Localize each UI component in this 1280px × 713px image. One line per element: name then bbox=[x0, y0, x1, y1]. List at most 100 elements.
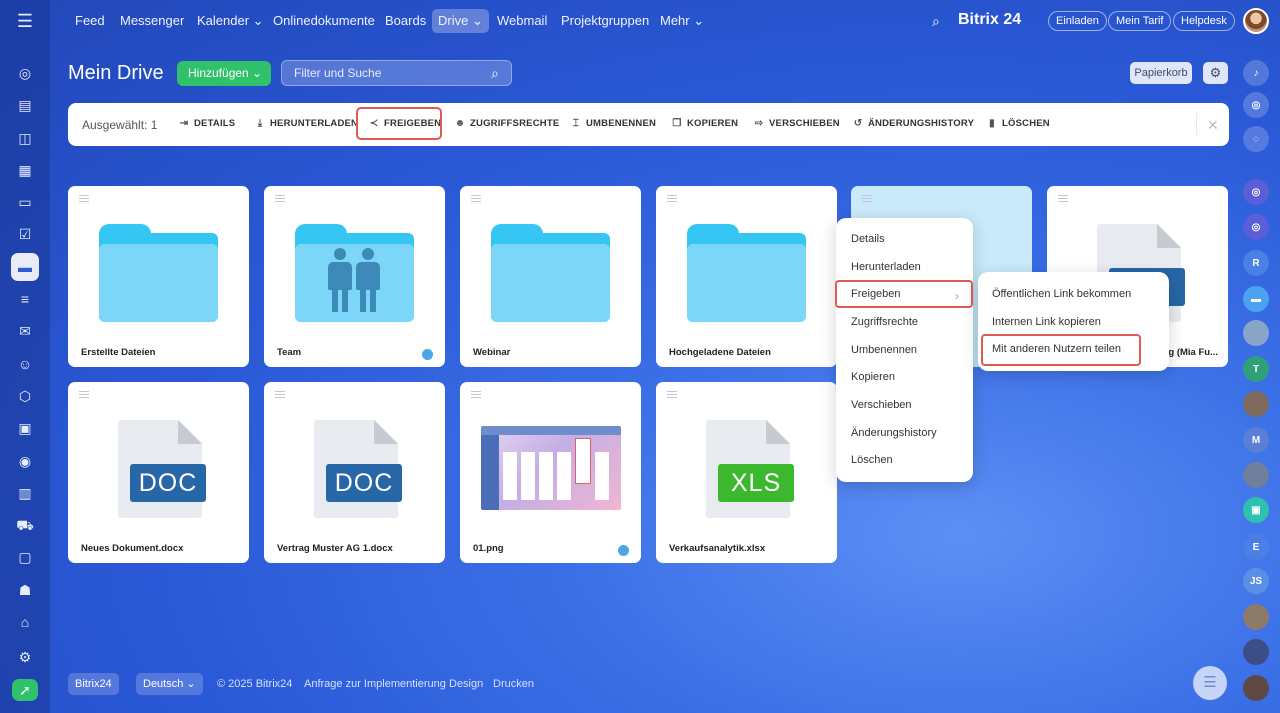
menu-item-move[interactable]: Verschieben bbox=[851, 399, 912, 411]
activity-icon[interactable]: ◎ bbox=[11, 59, 39, 87]
avatar-e[interactable]: E bbox=[1243, 534, 1269, 560]
menu-item-details[interactable]: Details bbox=[851, 233, 885, 245]
history-button[interactable]: ↺ ÄNDERUNGSHISTORY bbox=[852, 118, 974, 129]
close-icon[interactable]: ✕ bbox=[1207, 117, 1219, 134]
nav-projektgruppen[interactable]: Projektgruppen bbox=[555, 9, 655, 33]
nav-drive[interactable]: Drive ⌄ bbox=[432, 9, 489, 33]
user-avatar[interactable] bbox=[1243, 8, 1269, 34]
drag-handle-icon[interactable] bbox=[667, 195, 677, 204]
avatar-photo-4[interactable] bbox=[1243, 604, 1269, 630]
file-card[interactable]: 01.png bbox=[460, 382, 641, 563]
document-icon[interactable]: ▭ bbox=[11, 188, 39, 216]
drag-handle-icon[interactable] bbox=[471, 195, 481, 204]
avatar-photo-3[interactable] bbox=[1243, 462, 1269, 488]
language-select[interactable]: Deutsch ⌄ bbox=[136, 673, 203, 695]
menu-item-rename[interactable]: Umbenennen bbox=[851, 344, 917, 356]
nav-boards[interactable]: Boards bbox=[379, 9, 432, 33]
analytics-icon[interactable]: ▥ bbox=[11, 479, 39, 507]
file-card[interactable]: DOC Neues Dokument.docx bbox=[68, 382, 249, 563]
avatar-t[interactable]: T bbox=[1243, 356, 1269, 382]
avatar-photo-1[interactable] bbox=[1243, 320, 1269, 346]
avatar-photo-6[interactable] bbox=[1243, 675, 1269, 701]
settings-icon[interactable]: ⚙ bbox=[11, 643, 39, 671]
avatar-photo-5[interactable] bbox=[1243, 639, 1269, 665]
nav-mehr[interactable]: Mehr ⌄ bbox=[654, 9, 710, 33]
menu-icon[interactable]: ☰ bbox=[15, 12, 35, 30]
drive-icon[interactable]: ▬ bbox=[11, 253, 39, 281]
file-card[interactable]: DOC Vertrag Muster AG 1.docx bbox=[264, 382, 445, 563]
file-card[interactable]: Team bbox=[264, 186, 445, 367]
mail-icon[interactable]: ✉ bbox=[11, 317, 39, 345]
menu-item-permissions[interactable]: Zugriffsrechte bbox=[851, 316, 918, 328]
chat-fab-icon[interactable]: ☰ bbox=[1193, 666, 1227, 700]
filter-icon[interactable]: ≡ bbox=[11, 285, 39, 313]
presentation-icon[interactable]: ▣ bbox=[11, 414, 39, 442]
box-icon[interactable]: ▢ bbox=[11, 543, 39, 571]
drag-handle-icon[interactable] bbox=[79, 195, 89, 204]
nav-onlinedokumente[interactable]: Onlinedokumente bbox=[267, 9, 381, 33]
rocket-icon[interactable]: ➚ bbox=[12, 679, 38, 701]
details-button[interactable]: ⇥ DETAILS bbox=[178, 118, 235, 129]
invite-button[interactable]: Einladen bbox=[1048, 11, 1107, 31]
tasks-icon[interactable]: ☑ bbox=[11, 220, 39, 248]
gear-icon[interactable]: ⚙ bbox=[1203, 62, 1228, 84]
copy-button[interactable]: ❐ KOPIEREN bbox=[671, 118, 738, 129]
menu-item-copy[interactable]: Kopieren bbox=[851, 371, 895, 383]
target-icon[interactable]: ◉ bbox=[11, 447, 39, 475]
footer-link-design[interactable]: Design bbox=[449, 678, 483, 690]
drag-handle-icon[interactable] bbox=[471, 391, 481, 400]
file-card[interactable]: XLS Verkaufsanalytik.xlsx bbox=[656, 382, 837, 563]
menu-item-delete[interactable]: Löschen bbox=[851, 454, 893, 466]
search-icon[interactable]: ⌕ bbox=[932, 13, 940, 30]
cart-icon[interactable]: ⛟ bbox=[11, 511, 39, 539]
download-button[interactable]: ⤓ HERUNTERLADEN bbox=[254, 118, 358, 129]
file-card[interactable]: Erstellte Dateien bbox=[68, 186, 249, 367]
chat-icon[interactable]: ◫ bbox=[11, 124, 39, 152]
drag-handle-icon[interactable] bbox=[275, 391, 285, 400]
menu-item-history[interactable]: Änderungshistory bbox=[851, 427, 937, 439]
store-icon[interactable]: ⌂ bbox=[11, 608, 39, 636]
feed-icon[interactable]: ▤ bbox=[11, 91, 39, 119]
drag-handle-icon[interactable] bbox=[79, 391, 89, 400]
add-button[interactable]: Hinzufügen ⌄ bbox=[177, 61, 271, 86]
avatar-r[interactable]: R bbox=[1243, 250, 1269, 276]
footer-link-implementation[interactable]: Anfrage zur Implementierung bbox=[304, 678, 446, 690]
chat-bubble-icon[interactable]: ◌ bbox=[1243, 126, 1269, 152]
nav-webmail[interactable]: Webmail bbox=[491, 9, 553, 33]
drag-handle-icon[interactable] bbox=[667, 391, 677, 400]
submenu-internal-link[interactable]: Internen Link kopieren bbox=[992, 316, 1101, 328]
messages-icon[interactable]: ▬ bbox=[1243, 286, 1269, 312]
rename-button[interactable]: ⌶ UMBENENNEN bbox=[570, 118, 656, 129]
search-input[interactable]: Filter und Suche ⌕ bbox=[281, 60, 512, 86]
drag-handle-icon[interactable] bbox=[1058, 195, 1068, 204]
delete-button[interactable]: ▮ LÖSCHEN bbox=[986, 118, 1050, 129]
calendar-icon[interactable]: ▦ bbox=[11, 156, 39, 184]
drag-handle-icon[interactable] bbox=[862, 195, 872, 204]
submenu-public-link[interactable]: Öffentlichen Link bekommen bbox=[992, 288, 1131, 300]
openline-icon-2[interactable]: ◎ bbox=[1243, 214, 1269, 240]
move-button[interactable]: ⇨ VERSCHIEBEN bbox=[753, 118, 840, 129]
permissions-button[interactable]: ☻ ZUGRIFFSRECHTE bbox=[454, 118, 560, 129]
group-icon[interactable]: ▣ bbox=[1243, 497, 1269, 523]
nav-feed[interactable]: Feed bbox=[69, 9, 111, 33]
footer-link-print[interactable]: Drucken bbox=[493, 678, 534, 690]
openline-icon[interactable]: ◎ bbox=[1243, 179, 1269, 205]
helpdesk-button[interactable]: Helpdesk bbox=[1173, 11, 1235, 31]
avatar-photo-2[interactable] bbox=[1243, 391, 1269, 417]
robot-icon[interactable]: ☗ bbox=[11, 576, 39, 604]
file-card[interactable]: Webinar bbox=[460, 186, 641, 367]
nav-kalender[interactable]: Kalender ⌄ bbox=[191, 9, 270, 33]
hexagon-icon[interactable]: ⬡ bbox=[11, 382, 39, 410]
avatar-m[interactable]: M bbox=[1243, 427, 1269, 453]
contacts-icon[interactable]: ☺ bbox=[11, 350, 39, 378]
trash-button[interactable]: Papierkorb bbox=[1130, 62, 1192, 84]
footer-brand[interactable]: Bitrix24 bbox=[68, 673, 119, 695]
file-card[interactable]: Hochgeladene Dateien bbox=[656, 186, 837, 367]
copilot-icon[interactable]: ◎ bbox=[1243, 92, 1269, 118]
nav-messenger[interactable]: Messenger bbox=[114, 9, 190, 33]
drag-handle-icon[interactable] bbox=[275, 195, 285, 204]
bell-icon[interactable]: ♪ bbox=[1243, 60, 1269, 86]
menu-item-download[interactable]: Herunterladen bbox=[851, 261, 921, 273]
avatar-js[interactable]: JS bbox=[1243, 568, 1269, 594]
tariff-button[interactable]: Mein Tarif bbox=[1108, 11, 1172, 31]
